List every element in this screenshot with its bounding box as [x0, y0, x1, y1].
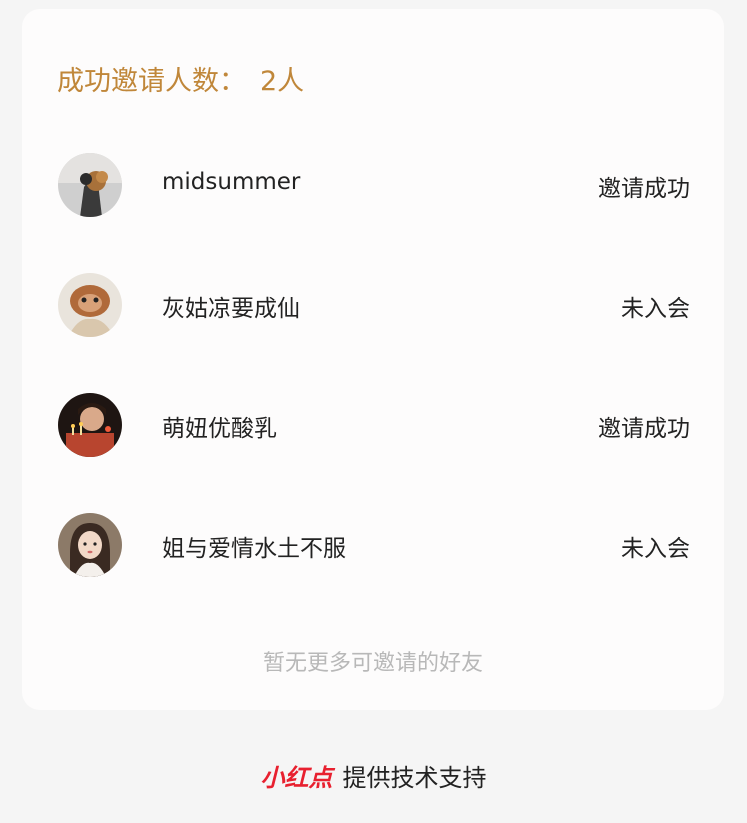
invite-count-summary: 成功邀请人数： 2人: [57, 59, 304, 98]
invite-status: 未入会: [621, 296, 690, 322]
friend-name: 萌妞优酸乳: [162, 416, 277, 442]
friend-row[interactable]: 姐与爱情水土不服 未入会: [58, 513, 690, 577]
avatar: [58, 393, 122, 457]
friend-row[interactable]: midsummer 邀请成功: [58, 153, 690, 217]
friend-row[interactable]: 萌妞优酸乳 邀请成功: [58, 393, 690, 457]
avatar: [58, 153, 122, 217]
friend-row[interactable]: 灰姑凉要成仙 未入会: [58, 273, 690, 337]
avatar: [58, 273, 122, 337]
invite-card: 成功邀请人数： 2人 midsummer 邀请成功 灰姑凉要成仙 未入会 萌妞优…: [22, 9, 724, 710]
powered-by-text: 提供技术支持: [342, 764, 487, 792]
friend-name: 姐与爱情水土不服: [162, 536, 346, 562]
friend-name: midsummer: [162, 169, 301, 195]
avatar: [58, 513, 122, 577]
empty-list-note: 暂无更多可邀请的好友: [262, 651, 483, 676]
brand-logo: 小红点: [260, 764, 333, 792]
friend-name: 灰姑凉要成仙: [162, 296, 300, 322]
invite-status: 邀请成功: [598, 416, 690, 442]
invite-count-label: 成功邀请人数：: [57, 66, 246, 97]
invite-status: 邀请成功: [598, 176, 690, 202]
invite-status: 未入会: [621, 536, 690, 562]
invite-count-value: 2人: [260, 66, 305, 97]
powered-by: 小红点 提供技术支持: [0, 758, 747, 793]
